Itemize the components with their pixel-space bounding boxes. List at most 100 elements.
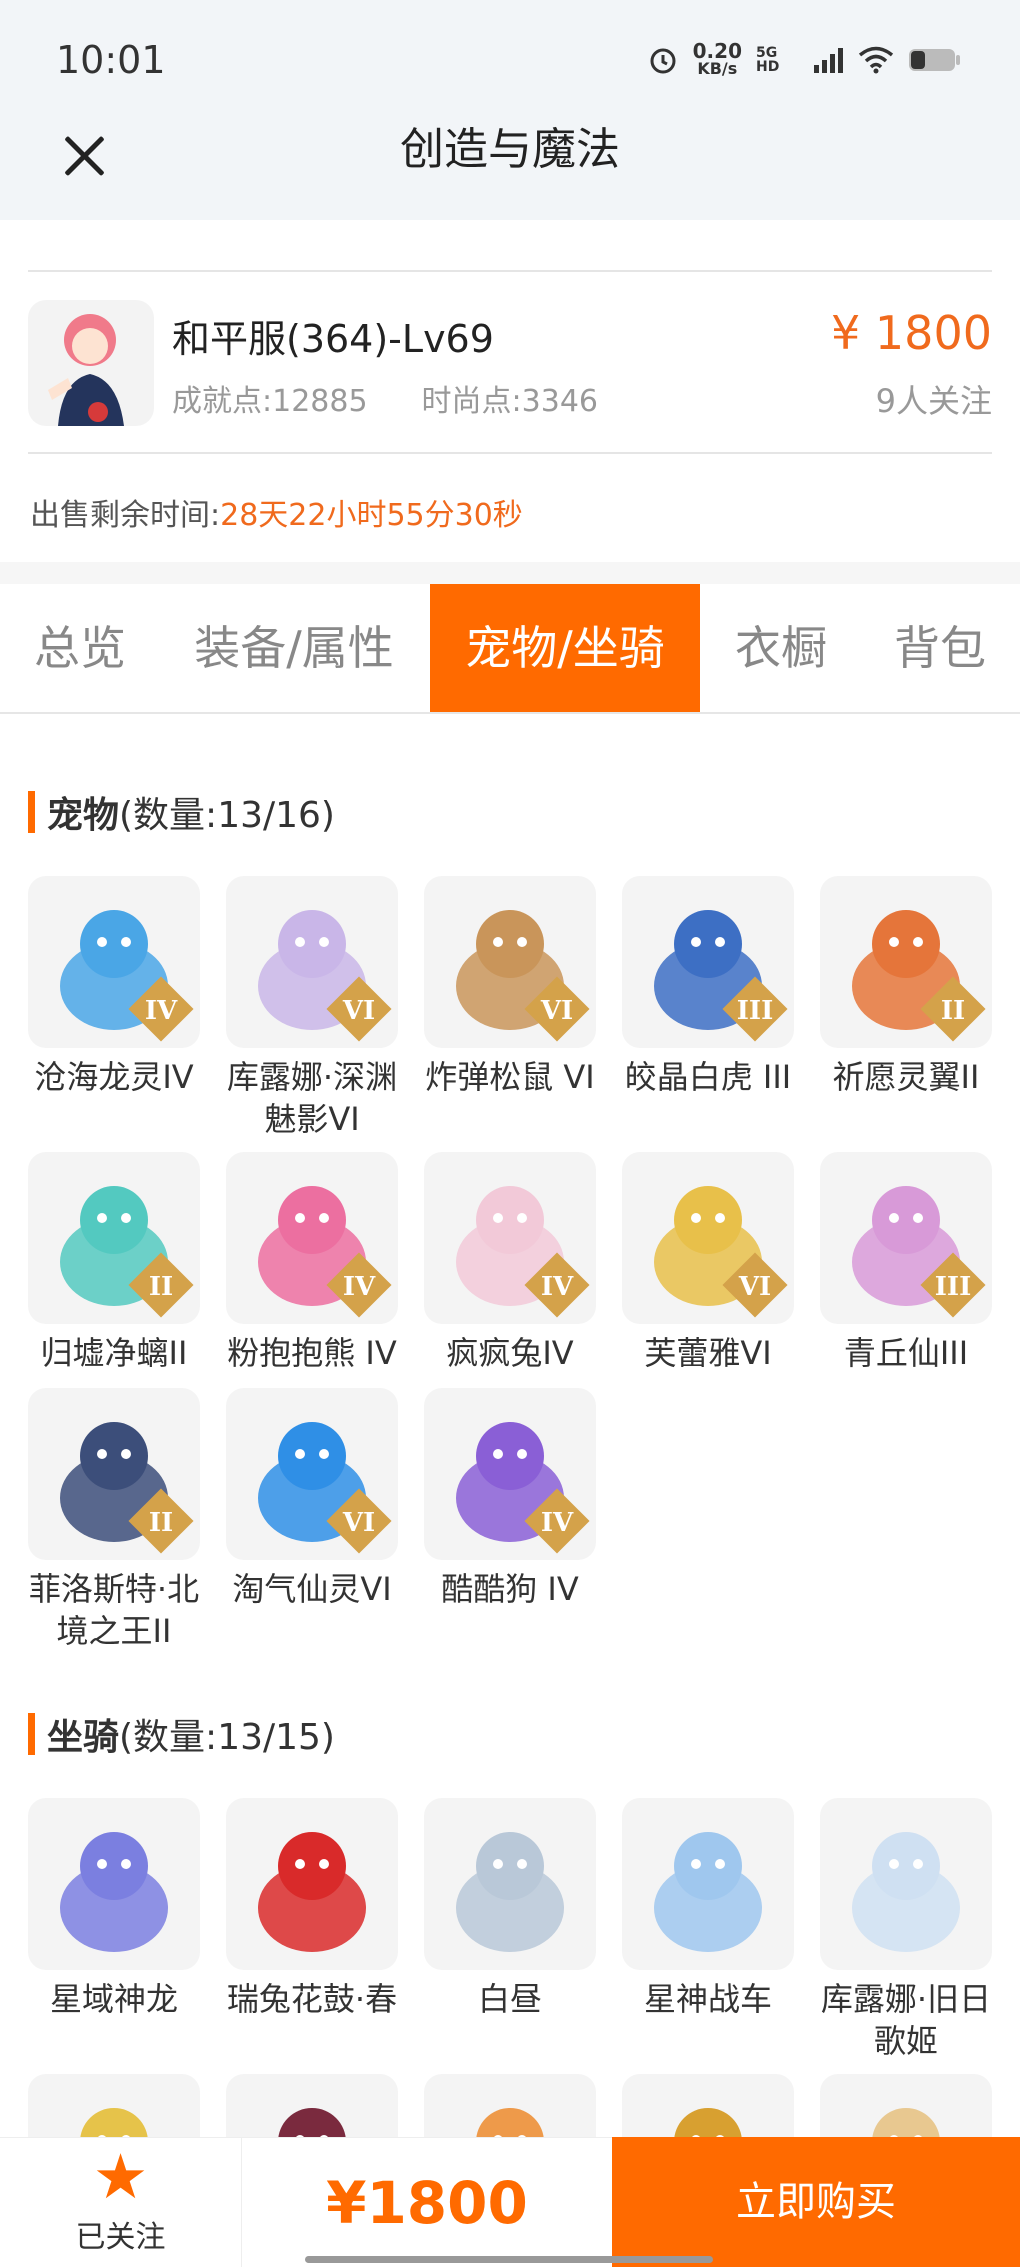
pet-item-name: 归墟净螭II (40, 1334, 188, 1372)
mount-item-name: 星神战车 (643, 1980, 772, 2018)
pet-item-thumbnail: III (622, 876, 794, 1048)
page-title: 创造与魔法 (400, 124, 620, 175)
mount-item-thumbnail (226, 1798, 398, 1970)
pet-item[interactable]: II 祈愿灵翼II (818, 876, 994, 1098)
buy-now-button[interactable]: 立即购买 (612, 2137, 1020, 2267)
mount-item[interactable]: 星域神龙 (26, 1798, 202, 2020)
mount-item-thumbnail (424, 1798, 596, 1970)
follower-count: 9人关注 (875, 382, 992, 420)
mounts-title: 坐骑 (47, 1717, 120, 1758)
avatar (28, 300, 154, 426)
divider (28, 270, 992, 272)
pets-title: 宠物 (47, 795, 120, 836)
mount-item[interactable]: 瑞兔花鼓·春 (224, 1798, 400, 2020)
product-meta: 成就点:12885 时尚点:3346 (172, 376, 598, 420)
signal-icon (814, 48, 843, 73)
level-badge-text: II (148, 1272, 174, 1302)
pet-item[interactable]: VI 淘气仙灵VI (224, 1388, 400, 1610)
level-badge-text: VI (342, 996, 376, 1026)
pet-item[interactable]: VI 库露娜·深渊魅影VI (224, 876, 400, 1140)
level-badge-text: IV (144, 996, 178, 1026)
pet-item[interactable]: VI 炸弹松鼠 VI (422, 876, 598, 1098)
section-marker (28, 1713, 35, 1755)
section-gap (0, 562, 1020, 584)
pet-item-name: 菲洛斯特·北境之王II (28, 1570, 200, 1650)
section-marker (28, 791, 35, 833)
tab-pets-mounts[interactable]: 宠物/坐骑 (430, 584, 700, 712)
pet-item-thumbnail: IV (424, 1152, 596, 1324)
tab-equipment[interactable]: 装备/属性 (170, 584, 418, 712)
pets-count: (数量:13/16) (119, 795, 335, 836)
pet-item[interactable]: III 青丘仙III (818, 1152, 994, 1374)
remaining-time: 出售剩余时间:28天22小时55分30秒 (30, 490, 523, 534)
status-bar: 10:01 0.20 KB/s 5G HD (0, 0, 1020, 120)
mount-item-image (60, 1832, 168, 1952)
tab-overview[interactable]: 总览 (0, 584, 160, 712)
product-price: ¥ 1800 (831, 306, 992, 360)
follow-label: 已关注 (75, 2220, 166, 2255)
level-badge-text: IV (342, 1272, 376, 1302)
status-icons: 0.20 KB/s 5G HD (647, 39, 962, 78)
pet-item[interactable]: III 皎晶白虎 III (620, 876, 796, 1098)
mount-item-image (258, 1832, 366, 1952)
pet-item-name: 淘气仙灵VI (232, 1570, 392, 1608)
pet-item[interactable]: IV 沧海龙灵IV (26, 876, 202, 1098)
level-badge-text: IV (540, 1508, 574, 1538)
status-time: 10:01 (56, 38, 166, 82)
mount-item-thumbnail (28, 1798, 200, 1970)
level-badge-text: II (940, 996, 966, 1026)
pet-item-name: 酷酷狗 IV (441, 1570, 579, 1608)
net-speed-value: 0.20 (692, 39, 742, 63)
pet-item-thumbnail: IV (28, 876, 200, 1048)
pets-section-title: 宠物(数量:13/16) (28, 786, 335, 838)
level-badge-text: III (934, 1272, 972, 1302)
wifi-icon (858, 46, 894, 74)
home-indicator (305, 2256, 713, 2263)
pet-item[interactable]: IV 酷酷狗 IV (422, 1388, 598, 1610)
product-card[interactable]: 和平服(364)-Lv69 成就点:12885 时尚点:3346 ¥ 1800 9… (28, 300, 992, 430)
pet-item-name: 沧海龙灵IV (34, 1058, 194, 1096)
pet-item[interactable]: VI 芙蕾雅VI (620, 1152, 796, 1374)
countdown: 28天22小时55分30秒 (220, 498, 523, 533)
remaining-label: 出售剩余时间: (30, 498, 221, 533)
mounts-section-title: 坐骑(数量:13/15) (28, 1708, 335, 1760)
pet-item-name: 青丘仙III (843, 1334, 969, 1372)
total-price: ¥1800 (242, 2137, 612, 2267)
star-icon: ★ (92, 2140, 149, 2213)
follow-button[interactable]: ★ 已关注 (0, 2137, 242, 2267)
pet-item-name: 皎晶白虎 III (624, 1058, 792, 1096)
tab-backpack[interactable]: 背包 (860, 584, 1020, 712)
pet-item-name: 芙蕾雅VI (644, 1334, 772, 1372)
mount-item-name: 库露娜·旧日歌姬 (820, 1980, 992, 2060)
pet-item-name: 疯疯兔IV (446, 1334, 574, 1372)
pet-item-name: 炸弹松鼠 VI (425, 1058, 595, 1096)
mount-item-thumbnail (820, 1798, 992, 1970)
fashion-points: 时尚点:3346 (421, 384, 599, 419)
pet-item-thumbnail: VI (424, 876, 596, 1048)
battery-icon (909, 49, 960, 71)
bottom-bar: ★ 已关注 ¥1800 立即购买 (0, 2137, 1020, 2267)
level-badge-text: IV (540, 1272, 574, 1302)
pet-item-thumbnail: II (28, 1152, 200, 1324)
net-speed: 0.20 KB/s (692, 39, 742, 78)
pet-item[interactable]: II 菲洛斯特·北境之王II (26, 1388, 202, 1652)
mount-item-name: 瑞兔花鼓·春 (226, 1980, 398, 2018)
level-badge-text: II (148, 1508, 174, 1538)
nav-bar: 创造与魔法 (0, 120, 1020, 220)
mount-item[interactable]: 星神战车 (620, 1798, 796, 2020)
pet-item-thumbnail: II (28, 1388, 200, 1560)
pet-item[interactable]: IV 粉抱抱熊 IV (224, 1152, 400, 1374)
achievement-points: 成就点:12885 (172, 384, 368, 419)
pet-item[interactable]: IV 疯疯兔IV (422, 1152, 598, 1374)
net-speed-unit: KB/s (697, 59, 738, 78)
pet-item-thumbnail: III (820, 1152, 992, 1324)
pet-item[interactable]: II 归墟净螭II (26, 1152, 202, 1374)
mount-item-name: 星域神龙 (49, 1980, 178, 2018)
tab-wardrobe[interactable]: 衣橱 (714, 584, 848, 712)
mount-item[interactable]: 库露娜·旧日歌姬 (818, 1798, 994, 2062)
pet-item-thumbnail: VI (622, 1152, 794, 1324)
product-name: 和平服(364)-Lv69 (172, 317, 494, 361)
mount-item[interactable]: 白昼 (422, 1798, 598, 2020)
pet-item-thumbnail: VI (226, 1388, 398, 1560)
pet-item-thumbnail: IV (424, 1388, 596, 1560)
